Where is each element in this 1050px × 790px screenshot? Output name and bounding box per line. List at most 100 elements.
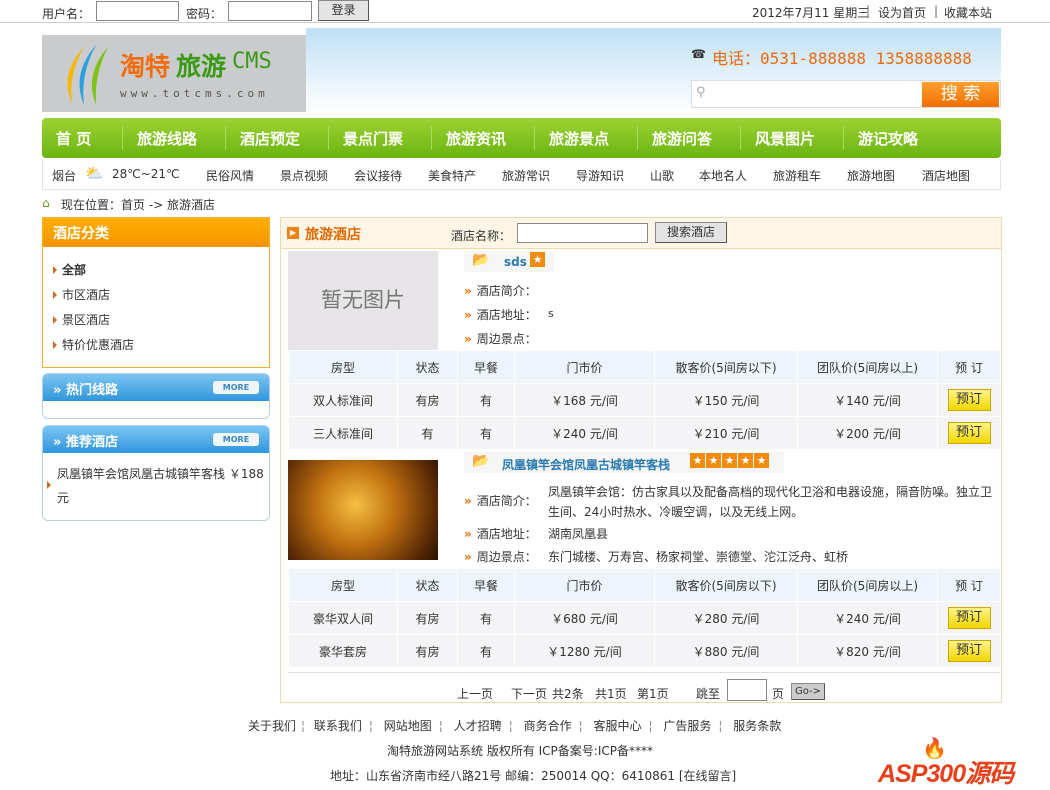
group-price: ￥200 元/间 <box>798 417 937 449</box>
footer-link[interactable]: 网站地图 <box>384 719 432 733</box>
subnav-item[interactable]: 会议接待 <box>354 167 402 184</box>
room-type: 双人标准间 <box>289 384 397 416</box>
category-all[interactable]: 全部 <box>53 261 86 278</box>
hotel-name-link[interactable]: sds <box>504 255 527 269</box>
book-button[interactable]: 预订 <box>947 640 991 662</box>
breakfast: 有 <box>458 384 514 416</box>
nav-qa[interactable]: 旅游问答 <box>652 128 712 149</box>
footer-link[interactable]: 商务合作 <box>524 719 572 733</box>
go-button[interactable]: Go-> <box>791 683 825 700</box>
room-table: 房型 状态 早餐 门市价 散客价(5间房以下) 团队价(5间房以上) 预 订 豪华双人间 有房… <box>288 568 1001 668</box>
category-discount[interactable]: 特价优惠酒店 <box>53 336 134 353</box>
hotel-list-header: ▶ 旅游酒店 酒店名称： 搜索酒店 <box>281 218 1001 249</box>
footer-link[interactable]: 客服中心 <box>593 719 641 733</box>
book-button[interactable]: 预订 <box>947 389 991 411</box>
prev-page-link[interactable]: 上一页 <box>457 685 493 702</box>
set-home-link[interactable]: 设为首页 <box>878 4 926 21</box>
rack-price: ￥240 元/间 <box>515 417 654 449</box>
top-bar: 用户名： 密码： 登录 2012年7月11 星期三 | 设为首页 | 收藏本站 <box>0 0 1050 23</box>
main-nav: 首 页 旅游线路 酒店预定 景点门票 旅游资讯 旅游景点 旅游问答 风景图片 游… <box>42 118 1001 158</box>
col-header: 状态 <box>398 569 457 601</box>
col-header: 早餐 <box>458 351 514 383</box>
breakfast: 有 <box>458 635 514 667</box>
breakfast: 有 <box>458 602 514 634</box>
home-icon: ⌂ <box>42 196 50 210</box>
copyright: 淘特旅游网站系统 版权所有 ICP备案号:ICP备**** <box>387 744 653 758</box>
password-input[interactable] <box>228 1 312 21</box>
logo-text: 旅游 <box>176 52 227 81</box>
group-price: ￥820 元/间 <box>798 635 937 667</box>
hotel-photo[interactable] <box>288 460 438 560</box>
footer-link[interactable]: 服务条款 <box>733 719 781 733</box>
nav-news[interactable]: 旅游资讯 <box>446 128 506 149</box>
star-icon: ★ <box>722 453 737 468</box>
book-button[interactable]: 预订 <box>947 422 991 444</box>
category-title: 酒店分类 <box>43 218 269 247</box>
col-header: 状态 <box>398 351 457 383</box>
nav-photos[interactable]: 风景图片 <box>755 128 815 149</box>
footer-link[interactable]: 广告服务 <box>663 719 711 733</box>
room-type: 豪华双人间 <box>289 602 397 634</box>
footer-link[interactable]: 人才招聘 <box>454 719 502 733</box>
footer-link[interactable]: 联系我们 <box>314 719 362 733</box>
separator: | <box>866 4 871 18</box>
jump-page-input[interactable] <box>727 679 767 701</box>
hotel-name-link[interactable]: 凤凰镇竿会馆凤凰古城镇竿客栈 <box>502 456 670 473</box>
rack-price: ￥1280 元/间 <box>515 635 654 667</box>
nav-spots[interactable]: 旅游景点 <box>549 128 609 149</box>
nav-travelogues[interactable]: 游记攻略 <box>858 128 918 149</box>
username-input[interactable] <box>96 1 179 21</box>
footer-link[interactable]: 关于我们 <box>248 719 296 733</box>
table-row: 豪华双人间 有房有 ￥680 元/间 ￥280 元/间 ￥240 元/间 预订 <box>289 602 1000 634</box>
bookmark-link[interactable]: 收藏本站 <box>944 4 992 21</box>
asp300-watermark: 🔥 ASP300源码 <box>878 736 1048 788</box>
more-button[interactable]: MORE <box>213 433 259 446</box>
subnav-item[interactable]: 民俗风情 <box>206 167 254 184</box>
divider <box>288 672 1000 673</box>
bullet-icon <box>47 481 51 489</box>
site-search-button[interactable]: 搜 索 <box>922 82 999 107</box>
username-label: 用户名： <box>42 7 91 21</box>
subnav-item[interactable]: 旅游常识 <box>502 167 550 184</box>
more-button[interactable]: MORE <box>213 381 259 394</box>
site-search-input[interactable] <box>712 83 917 105</box>
subnav-item[interactable]: 景点视频 <box>280 167 328 184</box>
subnav-item[interactable]: 旅游租车 <box>773 167 821 184</box>
rec-hotel-item[interactable]: 凤凰镇竿会馆凤凰古城镇竿客栈 ￥188元 <box>57 462 267 510</box>
subnav-item[interactable]: 山歌 <box>650 167 674 184</box>
no-image-placeholder: 暂无图片 <box>288 251 438 350</box>
nav-tickets[interactable]: 景点门票 <box>343 128 403 149</box>
nav-home[interactable]: 首 页 <box>56 128 91 149</box>
subnav-item[interactable]: 美食特产 <box>428 167 476 184</box>
category-city[interactable]: 市区酒店 <box>53 286 110 303</box>
hotel-nearby: 东门城楼、万寿宫、杨家祠堂、崇德堂、沱江泛舟、虹桥 <box>548 550 849 564</box>
col-header: 散客价(5间房以下) <box>655 569 797 601</box>
book-button[interactable]: 预订 <box>947 607 991 629</box>
nav-routes[interactable]: 旅游线路 <box>137 128 197 149</box>
room-status: 有房 <box>398 602 457 634</box>
address-label: 酒店地址： <box>464 306 537 323</box>
room-status: 有 <box>398 417 457 449</box>
subnav-item[interactable]: 导游知识 <box>576 167 624 184</box>
nav-hotels[interactable]: 酒店预定 <box>240 128 300 149</box>
star-rating: ★ <box>530 252 546 267</box>
login-button[interactable]: 登录 <box>318 0 369 21</box>
search-hotel-button[interactable]: 搜索酒店 <box>655 222 727 243</box>
folder-icon: 📂 <box>472 252 490 268</box>
rec-hotels-title: 推荐酒店 <box>65 435 118 450</box>
group-price: ￥240 元/间 <box>798 602 937 634</box>
next-page-link[interactable]: 下一页 <box>511 685 547 702</box>
hotel-category-panel: 酒店分类 全部 市区酒店 景区酒店 特价优惠酒店 <box>42 217 270 368</box>
col-header: 房型 <box>289 569 397 601</box>
star-icon: ★ <box>738 453 753 468</box>
category-scenic[interactable]: 景区酒店 <box>53 311 110 328</box>
site-logo[interactable]: 淘特 旅游 CMS www.totcms.com <box>42 35 306 112</box>
group-price: ￥140 元/间 <box>798 384 937 416</box>
hotel-name-input[interactable] <box>517 223 648 243</box>
subnav-item[interactable]: 酒店地图 <box>922 167 970 184</box>
star-icon: ★ <box>754 453 769 468</box>
subnav-item[interactable]: 旅游地图 <box>847 167 895 184</box>
subnav-item[interactable]: 本地名人 <box>699 167 747 184</box>
intro-label: 酒店简介： <box>464 282 537 299</box>
nearby-label: 周边景点： <box>464 330 537 347</box>
